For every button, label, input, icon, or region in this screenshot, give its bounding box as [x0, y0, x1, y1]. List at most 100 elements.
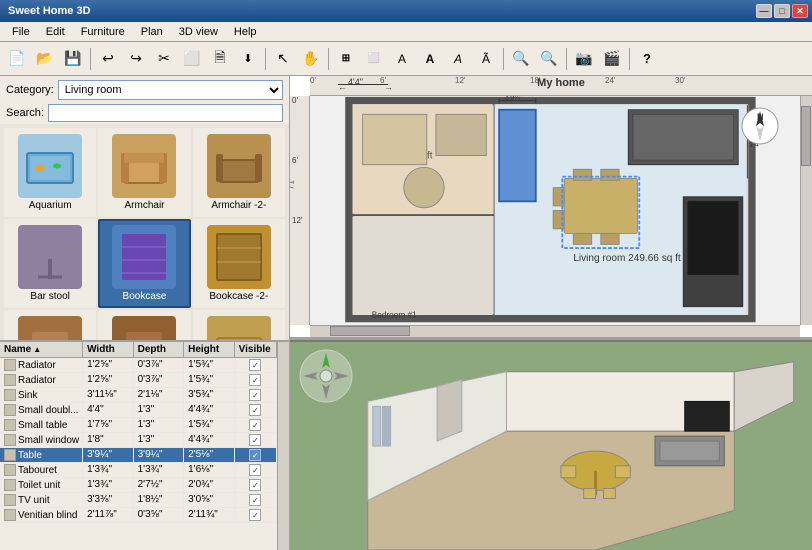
floorplan-title: My home — [537, 77, 585, 89]
minimize-button[interactable]: — — [756, 4, 772, 18]
visible-checkbox-8[interactable] — [249, 479, 261, 491]
furniture-item-armchair-2[interactable]: Armchair -2- — [193, 128, 285, 217]
create-wall-button[interactable]: ⊞ — [333, 46, 359, 72]
cell-visible-10[interactable] — [235, 508, 277, 522]
cell-visible-5[interactable] — [235, 433, 277, 447]
help-button[interactable]: ? — [634, 46, 660, 72]
furniture-item-chair[interactable]: Chair — [4, 310, 96, 340]
menu-item-help[interactable]: Help — [226, 24, 265, 40]
furniture-thumb-coffee-table — [207, 316, 271, 340]
cell-visible-1[interactable] — [235, 373, 277, 387]
menu-item-edit[interactable]: Edit — [38, 24, 73, 40]
vertical-scrollbar[interactable] — [800, 96, 812, 325]
cell-visible-9[interactable] — [235, 493, 277, 507]
italic-button[interactable]: A — [445, 46, 471, 72]
category-label: Category: — [6, 84, 54, 96]
maximize-button[interactable]: □ — [774, 4, 790, 18]
search-input[interactable] — [48, 104, 283, 122]
cell-visible-3[interactable] — [235, 403, 277, 417]
table-row[interactable]: Small window 1'8" 1'3" 4'4¾" — [0, 433, 277, 448]
furniture-item-bookcase[interactable]: Bookcase — [98, 219, 190, 308]
undo-button[interactable]: ↩ — [95, 46, 121, 72]
pan-button[interactable]: ✋ — [298, 46, 324, 72]
table-row[interactable]: Radiator 1'2⅝" 0'3⅞" 1'5¾" — [0, 358, 277, 373]
toolbar-sep-6 — [629, 48, 630, 70]
furniture-thumb-armchair-2 — [207, 134, 271, 198]
table-row[interactable]: Venitian blind 2'11⅞" 0'3⅝" 2'11¾" — [0, 508, 277, 523]
table-row[interactable]: Tabouret 1'3¾" 1'3¾" 1'6⅛" — [0, 463, 277, 478]
zoom-out-button[interactable]: 🔍 — [536, 46, 562, 72]
svg-text:Living room 249.66 sq ft: Living room 249.66 sq ft — [573, 253, 681, 264]
floorplan-svg: 84.89 sq ft Bedroom #1 Living room 249.6… — [310, 96, 800, 325]
menu-item-plan[interactable]: Plan — [133, 24, 171, 40]
close-button[interactable]: ✕ — [792, 4, 808, 18]
furniture-item-bookcase-2[interactable]: Bookcase -2- — [193, 219, 285, 308]
open-button[interactable]: 📂 — [32, 46, 58, 72]
row-icon-5 — [4, 434, 16, 446]
add-dim-button[interactable]: A — [389, 46, 415, 72]
table-scrollbar[interactable] — [277, 342, 289, 550]
menu-item-file[interactable]: File — [4, 24, 38, 40]
visible-checkbox-3[interactable] — [249, 404, 261, 416]
floor-canvas[interactable]: 84.89 sq ft Bedroom #1 Living room 249.6… — [310, 96, 800, 325]
cell-depth-2: 2'1⅛" — [134, 388, 185, 402]
cell-visible-4[interactable] — [235, 418, 277, 432]
table-row[interactable]: TV unit 3'3⅜" 1'8½" 3'0⅝" — [0, 493, 277, 508]
visible-checkbox-10[interactable] — [249, 509, 261, 521]
visible-checkbox-9[interactable] — [249, 494, 261, 506]
view-3d — [290, 340, 812, 550]
cell-visible-2[interactable] — [235, 388, 277, 402]
select-button[interactable]: ↖ — [270, 46, 296, 72]
save-button[interactable]: 💾 — [60, 46, 86, 72]
dimension-label: 4'4" — [348, 77, 363, 87]
table-row[interactable]: Table 3'9¼" 3'9¼" 2'5⅛" — [0, 448, 277, 463]
table-row[interactable]: Sink 3'11⅛" 2'1⅛" 3'5¾" — [0, 388, 277, 403]
table-container: Name ▲ Width Depth Height Visible Radiat… — [0, 342, 289, 550]
table-row[interactable]: Toilet unit 1'3¾" 2'7½" 2'0¾" — [0, 478, 277, 493]
furniture-item-bar-stool[interactable]: Bar stool — [4, 219, 96, 308]
menu-item-furniture[interactable]: Furniture — [73, 24, 133, 40]
cell-height-8: 2'0¾" — [184, 478, 235, 492]
table-row[interactable]: Small table 1'7⅝" 1'3" 1'5¾" — [0, 418, 277, 433]
menu-item-3d-view[interactable]: 3D view — [171, 24, 226, 40]
table-row[interactable]: Small doubl... 4'4" 1'3" 4'4¾" — [0, 403, 277, 418]
cell-visible-8[interactable] — [235, 478, 277, 492]
add-text-button[interactable]: A — [417, 46, 443, 72]
photo-button[interactable]: 📷 — [571, 46, 597, 72]
outline-button[interactable]: Ã — [473, 46, 499, 72]
visible-checkbox-1[interactable] — [249, 374, 261, 386]
create-room-button[interactable]: ⬜ — [361, 46, 387, 72]
visible-checkbox-7[interactable] — [249, 464, 261, 476]
cell-visible-0[interactable] — [235, 358, 277, 372]
hscroll-thumb[interactable] — [330, 326, 410, 336]
furniture-item-armchair[interactable]: Armchair — [98, 128, 190, 217]
toolbar: 📄 📂 💾 ↩ ↪ ✂ ⬜ 🗎 ⬇ ↖ ✋ ⊞ ⬜ A A A Ã 🔍 🔍 📷 … — [0, 42, 812, 76]
new-button[interactable]: 📄 — [4, 46, 30, 72]
visible-checkbox-4[interactable] — [249, 419, 261, 431]
visible-checkbox-2[interactable] — [249, 389, 261, 401]
furniture-item-aquarium[interactable]: Aquarium — [4, 128, 96, 217]
category-select[interactable]: Living room Bedroom Kitchen Bathroom — [58, 80, 283, 100]
view-3d-svg — [290, 342, 812, 550]
video-button[interactable]: 🎬 — [599, 46, 625, 72]
import-button[interactable]: ⬇ — [235, 46, 261, 72]
ruler-mark-30: 30' — [675, 76, 685, 85]
vscroll-thumb[interactable] — [801, 106, 811, 166]
table-row[interactable]: Radiator 1'2⅝" 0'3⅞" 1'5¾" — [0, 373, 277, 388]
visible-checkbox-5[interactable] — [249, 434, 261, 446]
furniture-item-coffee-table[interactable]: Coffee table — [193, 310, 285, 340]
cell-visible-6[interactable] — [235, 448, 277, 462]
furniture-item-chair-2[interactable]: Chair -2- — [98, 310, 190, 340]
cut-button[interactable]: ✂ — [151, 46, 177, 72]
titlebar: Sweet Home 3D — □ ✕ — [0, 0, 812, 22]
paste-button[interactable]: 🗎 — [207, 46, 233, 72]
visible-checkbox-6[interactable] — [249, 449, 261, 461]
copy-button[interactable]: ⬜ — [179, 46, 205, 72]
cell-height-7: 1'6⅛" — [184, 463, 235, 477]
visible-checkbox-0[interactable] — [249, 359, 261, 371]
redo-button[interactable]: ↪ — [123, 46, 149, 72]
cell-visible-7[interactable] — [235, 463, 277, 477]
zoom-in-button[interactable]: 🔍 — [508, 46, 534, 72]
horizontal-scrollbar[interactable] — [310, 325, 800, 337]
toolbar-sep-2 — [265, 48, 266, 70]
